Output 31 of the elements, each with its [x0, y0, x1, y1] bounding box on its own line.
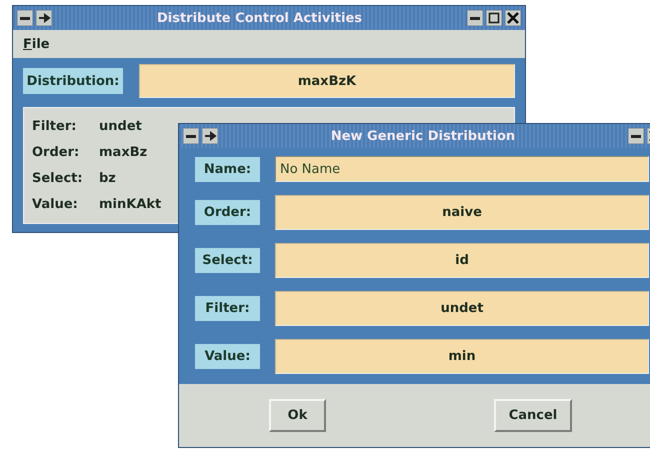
field-label: Value: — [195, 344, 260, 369]
property-label: Value: — [32, 196, 79, 212]
property-value: minKAkt — [99, 196, 162, 212]
text-field[interactable]: No Name — [275, 156, 649, 182]
property-value: bz — [99, 170, 116, 186]
maximize-icon[interactable] — [486, 10, 502, 26]
option-selector[interactable]: undet — [275, 291, 649, 326]
window-title: Distribute Control Activities — [156, 10, 362, 26]
close-icon[interactable] — [504, 10, 521, 26]
window-title: New Generic Distribution — [330, 128, 516, 144]
option-selector[interactable]: min — [275, 339, 649, 374]
minimize-icon[interactable] — [628, 128, 644, 144]
distribution-selector[interactable]: maxBzK — [139, 64, 515, 98]
field-label: Select: — [195, 248, 260, 273]
ok-button[interactable]: Ok — [269, 399, 326, 432]
minimize-icon[interactable] — [466, 10, 483, 26]
property-value: undet — [99, 119, 142, 134]
option-selector[interactable]: id — [275, 243, 649, 278]
minimize-icon[interactable] — [183, 128, 199, 144]
property-label: Filter: — [32, 119, 78, 134]
field-label: Filter: — [195, 296, 260, 321]
property-label: Select: — [32, 170, 84, 186]
minimize-icon[interactable] — [17, 10, 33, 26]
cancel-button[interactable]: Cancel — [494, 399, 572, 432]
menu-item[interactable]: File — [23, 36, 50, 52]
property-label: Order: — [32, 145, 80, 160]
field-label: Name: — [195, 156, 260, 182]
field-label: Distribution: — [23, 68, 123, 94]
property-value: maxBz — [99, 145, 148, 160]
field-label: Order: — [195, 200, 260, 225]
option-selector[interactable]: naive — [275, 195, 649, 230]
